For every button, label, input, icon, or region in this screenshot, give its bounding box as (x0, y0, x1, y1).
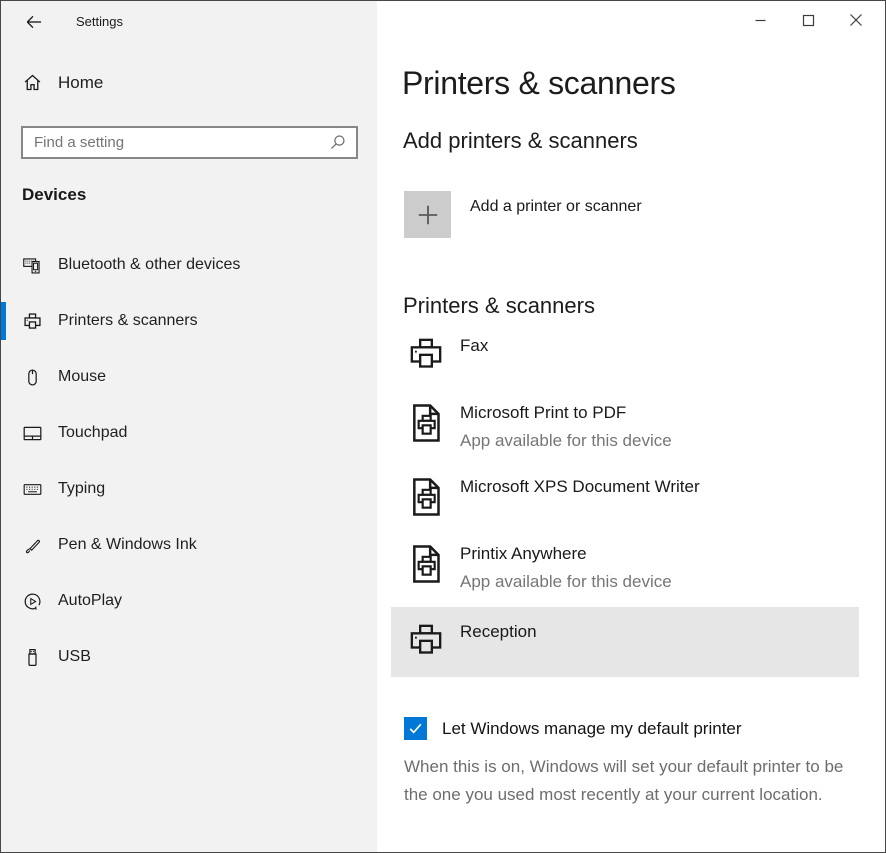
pen-icon (22, 535, 43, 556)
bluetooth-devices-icon (22, 255, 43, 276)
sidebar-item-label: Bluetooth & other devices (58, 256, 240, 274)
sidebar-item-label: Typing (58, 480, 105, 498)
printer-status: App available for this device (460, 571, 672, 593)
printer-row-printix[interactable]: Printix Anywhere App available for this … (391, 533, 859, 602)
sidebar-item-pen[interactable]: Pen & Windows Ink (1, 517, 377, 573)
printer-row-print-to-pdf[interactable]: Microsoft Print to PDF App available for… (391, 392, 859, 461)
sidebar-item-printers[interactable]: Printers & scanners (1, 293, 377, 349)
printer-status: App available for this device (460, 430, 672, 452)
minimize-button[interactable] (736, 1, 784, 39)
caption-buttons (736, 1, 880, 39)
maximize-icon (802, 14, 815, 27)
sidebar-item-usb[interactable]: USB (1, 629, 377, 685)
printer-row-reception[interactable]: Reception (391, 607, 859, 677)
default-printer-section: Let Windows manage my default printer Wh… (404, 717, 856, 808)
add-printer-button[interactable]: Add a printer or scanner (404, 191, 642, 238)
printer-icon (406, 334, 446, 378)
sidebar-item-mouse[interactable]: Mouse (1, 349, 377, 405)
sidebar-item-label: Mouse (58, 368, 106, 386)
sidebar-item-bluetooth[interactable]: Bluetooth & other devices (1, 237, 377, 293)
maximize-button[interactable] (784, 1, 832, 39)
printer-icon (406, 620, 446, 664)
sidebar-item-label: Printers & scanners (58, 312, 198, 330)
printer-icon (22, 311, 43, 332)
default-printer-checkbox-row[interactable]: Let Windows manage my default printer (404, 717, 856, 740)
checkbox-checked-icon[interactable] (404, 717, 427, 740)
usb-icon (22, 647, 43, 668)
search-input[interactable] (34, 134, 328, 151)
printer-name: Microsoft XPS Document Writer (460, 475, 700, 498)
autoplay-icon (22, 591, 43, 612)
close-icon (849, 13, 863, 27)
printer-name: Printix Anywhere (460, 542, 672, 565)
printer-row-fax[interactable]: Fax (391, 325, 859, 387)
printer-list: Fax Microsoft Print to PDF App available… (391, 325, 859, 682)
page-title: Printers & scanners (402, 65, 676, 102)
keyboard-icon (22, 479, 43, 500)
default-printer-checkbox-label: Let Windows manage my default printer (442, 719, 742, 739)
printer-name: Microsoft Print to PDF (460, 401, 672, 424)
sidebar-item-label: AutoPlay (58, 592, 122, 610)
sidebar-item-typing[interactable]: Typing (1, 461, 377, 517)
sidebar-item-label: Touchpad (58, 424, 127, 442)
home-label: Home (58, 73, 103, 93)
mouse-icon (22, 367, 43, 388)
printer-name: Reception (460, 620, 537, 643)
sidebar-item-touchpad[interactable]: Touchpad (1, 405, 377, 461)
printer-name: Fax (460, 334, 488, 357)
touchpad-icon (22, 423, 43, 444)
sidebar-item-label: Pen & Windows Ink (58, 536, 197, 554)
plus-icon (404, 191, 451, 238)
sidebar-item-autoplay[interactable]: AutoPlay (1, 573, 377, 629)
sidebar: Settings Home Devices (1, 1, 377, 852)
sidebar-item-label: USB (58, 648, 91, 666)
home-icon (22, 72, 43, 93)
search-icon (328, 133, 347, 152)
print-to-file-icon (406, 401, 446, 445)
print-to-file-icon (406, 542, 446, 586)
minimize-icon (754, 14, 767, 27)
default-printer-description: When this is on, Windows will set your d… (404, 753, 856, 808)
settings-window: Settings Home Devices (0, 0, 886, 853)
back-button[interactable] (17, 8, 51, 36)
sidebar-section-title: Devices (22, 185, 86, 205)
print-to-file-icon (406, 475, 446, 519)
close-button[interactable] (832, 1, 880, 39)
app-title: Settings (76, 14, 123, 29)
printers-section-heading: Printers & scanners (403, 293, 595, 319)
sidebar-nav: Bluetooth & other devices Printers & sca… (1, 237, 377, 685)
back-arrow-icon (24, 12, 44, 32)
sidebar-item-home[interactable]: Home (22, 72, 103, 93)
search-box[interactable] (21, 126, 358, 159)
add-printer-button-label: Add a printer or scanner (470, 198, 642, 216)
add-printers-heading: Add printers & scanners (403, 128, 638, 154)
printer-row-xps-writer[interactable]: Microsoft XPS Document Writer (391, 466, 859, 528)
